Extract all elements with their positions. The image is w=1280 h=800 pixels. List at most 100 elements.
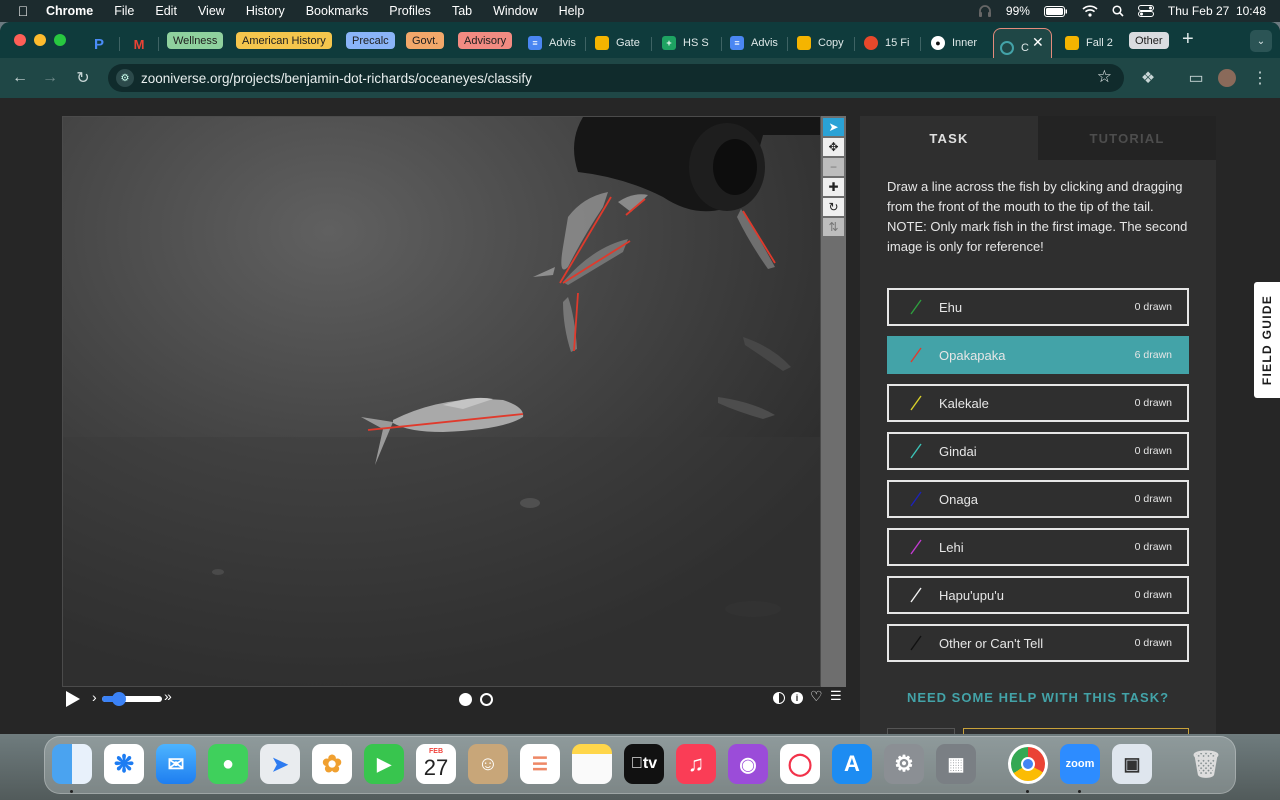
profile-avatar[interactable] [1218, 69, 1236, 87]
tab-hs-s[interactable]: + HS S [662, 30, 718, 56]
choice-lehi[interactable]: Lehi 0 drawn [887, 528, 1189, 566]
menu-profiles[interactable]: Profiles [389, 4, 431, 18]
info-icon[interactable]: i [791, 692, 803, 704]
menu-window[interactable]: Window [493, 4, 537, 18]
menu-file[interactable]: File [114, 4, 134, 18]
mark-line[interactable] [573, 292, 579, 352]
choice-kalekale[interactable]: Kalekale 0 drawn [887, 384, 1189, 422]
choice-onaga[interactable]: Onaga 0 drawn [887, 480, 1189, 518]
battery-icon[interactable] [1043, 5, 1068, 17]
control-center-icon[interactable] [1137, 5, 1154, 17]
choice-opakapaka[interactable]: Opakapaka 6 drawn [887, 336, 1189, 374]
mail-icon[interactable]: ✉ [156, 744, 196, 784]
tab-group-other[interactable]: Other [1129, 32, 1169, 49]
back-arrow-icon[interactable]: ← [10, 68, 30, 88]
wifi-icon[interactable] [1082, 5, 1098, 17]
mark-line[interactable] [367, 413, 524, 431]
menu-history[interactable]: History [246, 4, 285, 18]
spotlight-search-icon[interactable] [1112, 5, 1124, 17]
close-window-button[interactable] [14, 34, 26, 46]
pointer-tool-icon[interactable]: ➤ [823, 118, 844, 136]
forward-arrow-icon[interactable]: → [40, 68, 60, 88]
tab-group-american-history[interactable]: American History [236, 32, 332, 49]
mark-line[interactable] [742, 210, 776, 264]
tab-active-zooniverse[interactable]: C ✕ [993, 28, 1052, 58]
system-settings-icon[interactable]: ⚙ [884, 744, 924, 784]
frame-2-dot[interactable] [480, 693, 493, 706]
mark-line[interactable] [559, 196, 612, 284]
tab-group-wellness[interactable]: Wellness [167, 32, 224, 49]
rotate-icon[interactable]: ↻ [823, 198, 844, 216]
finder-icon[interactable] [52, 744, 92, 784]
menu-tab[interactable]: Tab [452, 4, 472, 18]
choice-gindai[interactable]: Gindai 0 drawn [887, 432, 1189, 470]
slower-chevron-icon[interactable]: › [92, 689, 97, 705]
tab-advis-2[interactable]: ≡ Advis [730, 30, 780, 56]
menu-bookmarks[interactable]: Bookmarks [306, 4, 369, 18]
preview-icon[interactable]: ▣ [1112, 744, 1152, 784]
tab-fall-2[interactable]: Fall 2 [1065, 30, 1115, 56]
mark-line[interactable] [625, 198, 646, 216]
facetime-icon[interactable]: ▶ [364, 744, 404, 784]
zoom-out-icon[interactable]: − [823, 158, 844, 176]
calendar-icon[interactable]: FEB 27 [416, 744, 456, 784]
tab-pinned-p[interactable]: P [92, 31, 113, 57]
menu-help[interactable]: Help [559, 4, 585, 18]
bookmark-star-icon[interactable]: ☆ [1097, 67, 1112, 87]
zoom-in-icon[interactable]: ✚ [823, 178, 844, 196]
choice-hapuupuu[interactable]: Hapu'upu'u 0 drawn [887, 576, 1189, 614]
menubar-clock[interactable]: Thu Feb 27 10:48 [1168, 4, 1266, 18]
zoom-window-button[interactable] [54, 34, 66, 46]
maps-icon[interactable]: ➤ [260, 744, 300, 784]
trash-icon[interactable]: 🗑 [1186, 744, 1226, 784]
pan-tool-icon[interactable]: ✥ [823, 138, 844, 156]
news-icon[interactable]: ◯ [780, 744, 820, 784]
choice-other[interactable]: Other or Can't Tell 0 drawn [887, 624, 1189, 662]
messages-icon[interactable]: ● [208, 744, 248, 784]
reminders-icon[interactable]: ☰ [520, 744, 560, 784]
subject-image[interactable] [62, 116, 821, 687]
speed-slider[interactable] [102, 692, 162, 706]
menu-view[interactable]: View [198, 4, 225, 18]
launchpad-icon[interactable]: ▦ [936, 744, 976, 784]
safari-icon[interactable]: ❋ [104, 744, 144, 784]
app-store-icon[interactable]: A [832, 744, 872, 784]
tab-group-govt[interactable]: Govt. [406, 32, 445, 49]
tab-search-chevron-icon[interactable]: ⌄ [1250, 30, 1272, 52]
photos-icon[interactable]: ✿ [312, 744, 352, 784]
help-link[interactable]: NEED SOME HELP WITH THIS TASK? [860, 690, 1216, 705]
tab-copy[interactable]: Copy [797, 30, 847, 56]
notes-icon[interactable] [572, 744, 612, 784]
field-guide-tab[interactable]: FIELD GUIDE [1254, 282, 1280, 398]
faster-chevron-icon[interactable]: » [164, 688, 172, 704]
reset-view-icon[interactable]: ⇅ [823, 218, 844, 236]
chrome-icon[interactable] [1008, 744, 1048, 784]
tab-15-fi[interactable]: 15 Fi [864, 30, 914, 56]
tab-group-advisory[interactable]: Advisory [458, 32, 513, 49]
site-settings-icon[interactable]: ⚙ [116, 69, 134, 87]
new-tab-icon[interactable]: + [1182, 28, 1194, 51]
tab-advis-1[interactable]: ≡ Advis [528, 30, 580, 56]
reload-icon[interactable]: ↻ [73, 68, 93, 88]
tab-pinned-gmail[interactable]: M [132, 31, 153, 57]
tab-task[interactable]: TASK [860, 116, 1038, 160]
tab-inner[interactable]: ● Inner [931, 30, 981, 56]
music-icon[interactable]: ♫ [676, 744, 716, 784]
invert-icon[interactable] [773, 692, 785, 704]
menu-app-name[interactable]: Chrome [46, 4, 93, 18]
address-bar[interactable]: ⚙ zooniverse.org/projects/benjamin-dot-r… [108, 64, 1124, 92]
zoom-app-icon[interactable]: zoom [1060, 744, 1100, 784]
tab-tutorial[interactable]: TUTORIAL [1038, 116, 1216, 160]
speed-slider-thumb[interactable] [112, 692, 126, 706]
favorite-heart-icon[interactable]: ♡ [810, 688, 823, 705]
close-tab-icon[interactable]: ✕ [1032, 34, 1044, 51]
menu-edit[interactable]: Edit [155, 4, 177, 18]
tab-gate[interactable]: Gate [595, 30, 643, 56]
choice-ehu[interactable]: Ehu 0 drawn [887, 288, 1189, 326]
tab-group-precalc[interactable]: Precalc [346, 32, 395, 49]
apple-tv-icon[interactable]: tv [624, 744, 664, 784]
cast-icon[interactable]: ▭ [1186, 68, 1206, 88]
apple-icon[interactable]:  [0, 3, 46, 19]
podcasts-icon[interactable]: ◉ [728, 744, 768, 784]
minimize-window-button[interactable] [34, 34, 46, 46]
